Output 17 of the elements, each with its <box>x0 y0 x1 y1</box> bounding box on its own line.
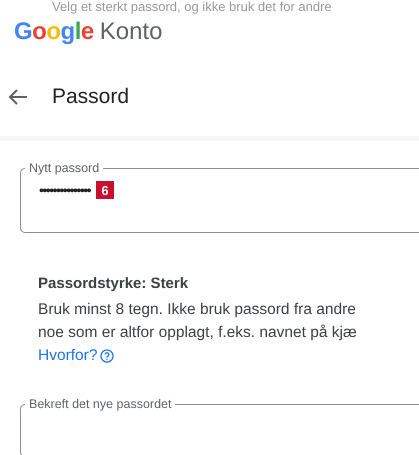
page-title: Passord <box>52 85 130 109</box>
strength-label: Passordstyrke: Sterk <box>38 275 190 292</box>
logo: Google <box>14 18 94 46</box>
new-password-field[interactable]: Nytt passord ••••••••••••••• 6 <box>20 161 419 233</box>
password-value: ••••••••••••••• <box>39 182 90 198</box>
product-name: Konto <box>100 18 162 46</box>
back-arrow-icon <box>8 88 28 106</box>
field-label: Nytt passord <box>28 161 100 175</box>
annotation-badge: 6 <box>96 181 114 199</box>
confirm-password-field[interactable]: Bekreft det nye passordet <box>20 397 419 455</box>
help-text: noe som er altfor opplagt, f.eks. navnet på kjæ <box>38 323 358 343</box>
help-text: Bruk minst 8 tegn. Ikke bruk passord fra andre <box>38 300 357 320</box>
field-label: Bekreft det nye passordet <box>28 397 172 411</box>
why-link[interactable]: Hvorfor? <box>38 344 114 367</box>
back-button[interactable] <box>8 88 28 106</box>
help-icon <box>100 348 114 362</box>
intro-text: Velg et sterkt passord, og ikke bruk det for andre <box>52 0 333 14</box>
